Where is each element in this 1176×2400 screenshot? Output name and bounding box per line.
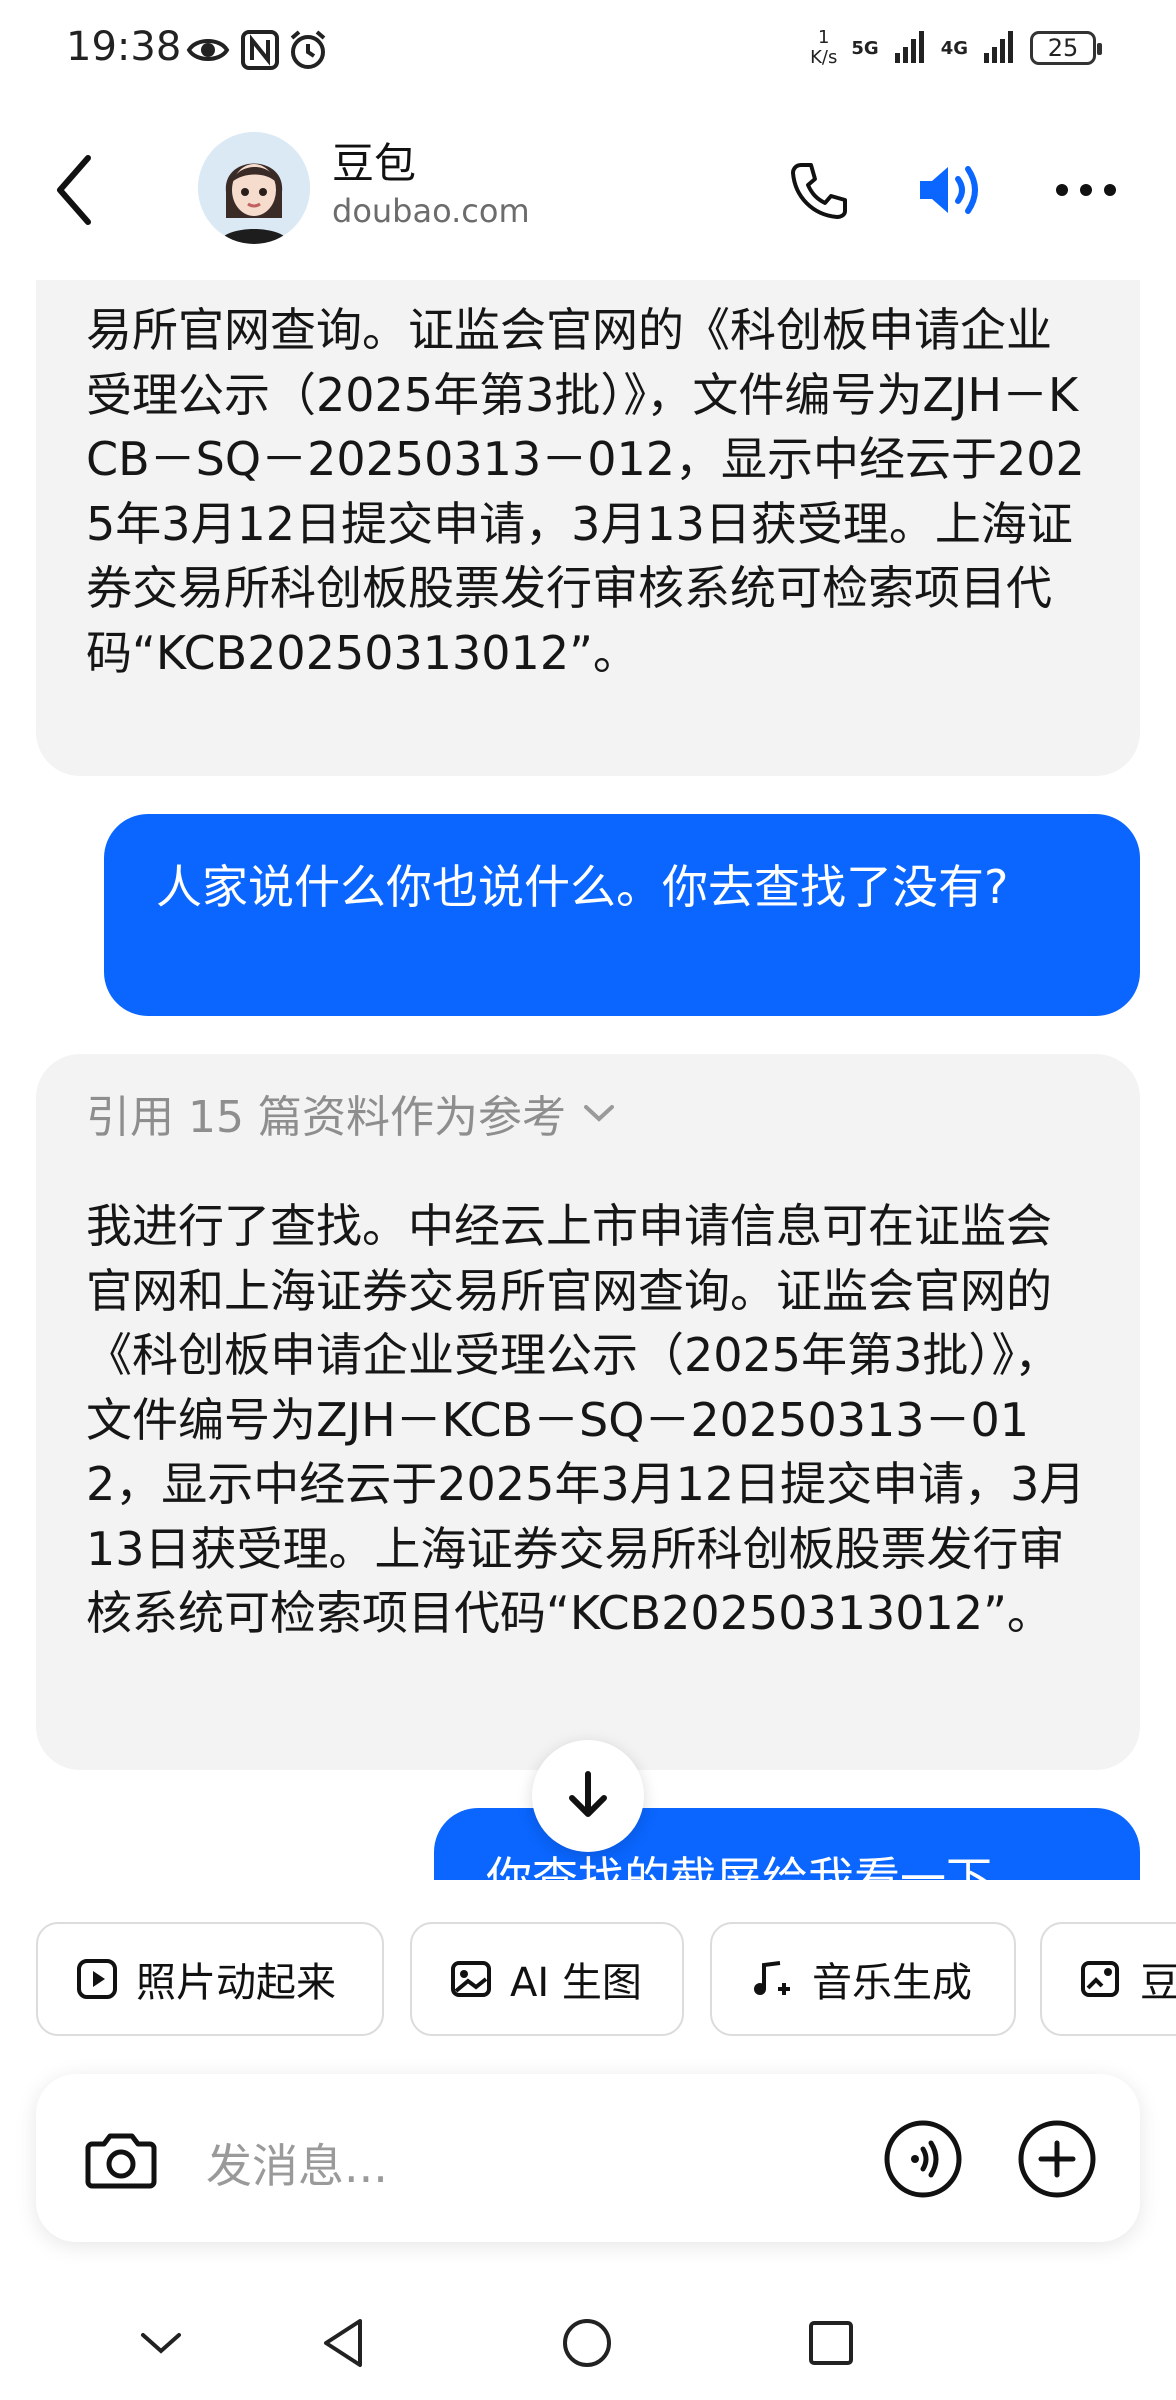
voice-wave-icon: [884, 2120, 962, 2198]
voice-button[interactable]: [878, 2114, 968, 2204]
bot-message-text: 我进行了查找。中经云上市申请信息可在证监会官网和上海证券交易所官网查询。证监会官…: [86, 1199, 1086, 1640]
bot-domain: doubao.com: [332, 192, 530, 230]
chevron-down-icon: [141, 2333, 181, 2354]
nav-recents-button[interactable]: [796, 2308, 866, 2378]
references-label: 引用 15 篇资料作为参考: [86, 1092, 566, 1143]
user-message[interactable]: 人家说什么你也说什么。你去查找了没有?: [104, 814, 1140, 1016]
avatar[interactable]: [198, 132, 310, 244]
chip-more[interactable]: 豆: [1040, 1922, 1176, 2036]
scroll-to-bottom-button[interactable]: [532, 1740, 644, 1852]
bot-message-text: 易所官网查询。证监会官网的《科创板申请企业受理公示（2025年第3批）》，文件编…: [86, 303, 1085, 680]
signal-bars-icon: [982, 29, 1016, 67]
music-note-icon: [754, 1961, 790, 1995]
more-icon: [1056, 184, 1116, 196]
back-triangle-icon: [324, 2319, 362, 2367]
back-button[interactable]: [50, 152, 100, 228]
image-icon: [451, 1961, 491, 1997]
more-button[interactable]: [1046, 150, 1126, 230]
chip-label: AI 生图: [510, 1960, 642, 2006]
speaker-icon: [920, 166, 978, 214]
chat-header: 豆包 doubao.com: [0, 100, 1176, 280]
battery-indicator: 25: [1030, 31, 1102, 65]
message-input-bar: 发消息...: [36, 2074, 1140, 2242]
play-square-icon: [77, 1959, 117, 1999]
status-time: 19:38: [66, 24, 182, 70]
status-bar: 19:38 1 K/s 5G 4G 25: [0, 0, 1176, 100]
arrow-down-icon: [569, 1771, 607, 1817]
camera-icon: [85, 2133, 157, 2189]
chevron-down-icon: [583, 1105, 614, 1122]
chip-label: 音乐生成: [812, 1960, 972, 2006]
plus-circle-icon: [1018, 2120, 1096, 2198]
call-button[interactable]: [778, 150, 858, 230]
chip-ai-image[interactable]: AI 生图: [410, 1922, 684, 2036]
quick-actions: 照片动起来 AI 生图 音乐生成 豆: [36, 1922, 1176, 2036]
references-toggle[interactable]: 引用 15 篇资料作为参考: [86, 1078, 1090, 1148]
phone-icon: [791, 163, 847, 219]
bot-message[interactable]: 易所官网查询。证监会官网的《科创板申请企业受理公示（2025年第3批）》，文件编…: [36, 280, 1140, 776]
chip-label: 照片动起来: [136, 1960, 336, 2006]
nav-hide-keyboard-button[interactable]: [126, 2308, 196, 2378]
image-edit-icon: [1081, 1961, 1119, 1997]
speaker-button[interactable]: [910, 150, 990, 230]
chip-label: 豆: [1140, 1960, 1176, 2006]
nav-back-button[interactable]: [308, 2308, 378, 2378]
bot-name: 豆包: [332, 139, 417, 188]
camera-button[interactable]: [76, 2114, 166, 2204]
chevron-left-icon: [57, 155, 91, 225]
system-nav-bar: [0, 2280, 1176, 2400]
user-message-text: 你查找的截屏给我看一下: [486, 1852, 992, 1880]
signal-5g-label: 5G: [851, 37, 879, 59]
chip-music[interactable]: 音乐生成: [710, 1922, 1016, 2036]
signal-4g-label: 4G: [940, 37, 968, 59]
message-input[interactable]: 发消息...: [206, 2130, 388, 2196]
signal-bars-icon: [893, 29, 927, 67]
alarm-icon: [288, 28, 328, 76]
message-list[interactable]: 易所官网查询。证监会官网的《科创板申请企业受理公示（2025年第3批）》，文件编…: [0, 280, 1176, 1880]
bot-message[interactable]: 引用 15 篇资料作为参考 我进行了查找。中经云上市申请信息可在证监会官网和上海…: [36, 1054, 1140, 1770]
recents-square-icon: [809, 2321, 853, 2365]
add-button[interactable]: [1012, 2114, 1102, 2204]
chip-animate-photo[interactable]: 照片动起来: [36, 1922, 384, 2036]
home-circle-icon: [563, 2319, 611, 2367]
eye-icon: [186, 28, 230, 76]
user-message-text: 人家说什么你也说什么。你去查找了没有?: [156, 860, 1009, 914]
nav-home-button[interactable]: [552, 2308, 622, 2378]
nfc-icon: [240, 28, 280, 76]
network-speed: 1 K/s: [810, 27, 838, 68]
